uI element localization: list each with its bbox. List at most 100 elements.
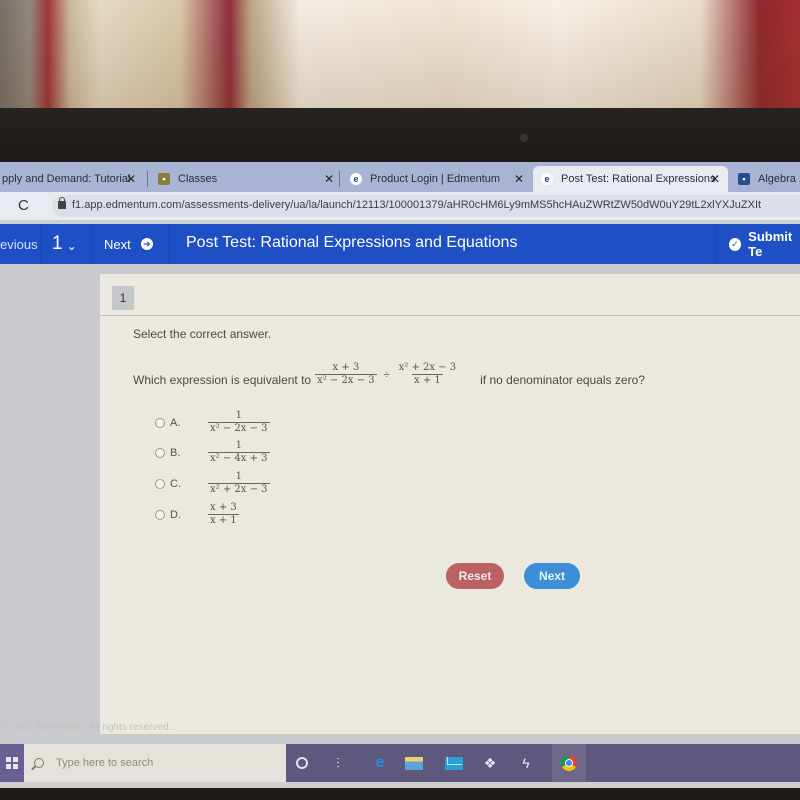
assessment-header: evious 1 ⌄ Next ➜ Post Test: Rational Ex…	[0, 224, 800, 264]
numerator: 1	[235, 471, 242, 482]
denominator: x² − 4x + 3	[208, 452, 270, 464]
expression-2: x² + 2x − 3 x + 1	[397, 362, 459, 387]
windows-taskbar: Type here to search ⫶ e ❖ ϟ	[0, 744, 800, 782]
edge-icon: e	[375, 754, 385, 771]
taskbar-search[interactable]: Type here to search	[24, 744, 286, 782]
edge-button[interactable]: e	[370, 753, 390, 773]
numerator: x + 3	[210, 502, 237, 513]
question-tail: if no denominator equals zero?	[480, 372, 645, 387]
radio-button[interactable]	[155, 447, 165, 458]
option-d[interactable]: D. x + 3 x + 1	[155, 502, 243, 527]
denominator: x + 1	[208, 514, 239, 526]
close-icon[interactable]: ✕	[324, 172, 334, 186]
browser-tab-strip: pply and Demand: Tutorial ✕ ▪ Classes ✕ …	[0, 162, 800, 192]
next-button[interactable]: Next	[524, 563, 580, 589]
cortana-button[interactable]	[292, 753, 312, 773]
denominator: x + 1	[412, 374, 443, 386]
numerator: x + 3	[332, 362, 360, 373]
option-letter: D.	[170, 508, 181, 521]
chrome-button[interactable]	[559, 753, 579, 773]
denominator: x² − 2x − 3	[208, 422, 270, 434]
tab-label: Algebra 2	[758, 173, 800, 185]
chrome-icon	[561, 755, 577, 771]
option-expression: x + 3 x + 1	[208, 502, 239, 527]
close-icon[interactable]: ✕	[126, 172, 136, 186]
option-letter: C.	[170, 477, 181, 490]
webcam	[520, 134, 528, 142]
tab-supply-and-demand[interactable]: pply and Demand: Tutorial ✕	[0, 166, 144, 192]
dropbox-button[interactable]: ❖	[480, 753, 500, 773]
tab-post-test[interactable]: e Post Test: Rational Expressions ✕	[533, 166, 728, 192]
tab-classes[interactable]: ▪ Classes ✕	[150, 166, 342, 192]
check-circle-icon: ✓	[729, 237, 742, 251]
radio-button[interactable]	[155, 509, 165, 520]
expression-1: x + 3 x² − 2x − 3	[315, 362, 377, 387]
windows-logo-icon	[6, 757, 18, 769]
chevron-down-icon: ⌄	[66, 239, 77, 253]
option-b[interactable]: B. 1 x² − 4x + 3	[155, 440, 274, 465]
close-icon[interactable]: ✕	[710, 172, 720, 186]
option-expression: 1 x² − 4x + 3	[208, 440, 270, 465]
numerator: x² + 2x − 3	[398, 362, 457, 373]
page-title: Post Test: Rational Expressions and Equa…	[186, 234, 518, 251]
bolt-icon: ϟ	[522, 755, 530, 771]
search-placeholder: Type here to search	[56, 757, 154, 769]
address-bar: C f1.app.edmentum.com/assessments-delive…	[0, 192, 800, 220]
radio-button[interactable]	[155, 417, 165, 428]
next-question-button[interactable]: Next ➜	[92, 224, 170, 264]
previous-button[interactable]: evious	[0, 224, 42, 264]
laptop-lower-bezel	[0, 788, 800, 800]
algebra-icon: ▪	[738, 173, 750, 185]
option-a[interactable]: A. 1 x² − 2x − 3	[155, 410, 274, 435]
mail-icon	[445, 756, 463, 770]
denominator: x² − 2x − 3	[315, 374, 377, 386]
reset-button[interactable]: Reset	[446, 563, 504, 589]
submit-label: Submit Te	[748, 229, 793, 259]
start-button[interactable]	[0, 744, 24, 782]
question-number: 1	[52, 233, 63, 254]
tab-product-login[interactable]: e Product Login | Edmentum ✕	[342, 166, 532, 192]
submit-test-button[interactable]: ✓ Submit Te	[716, 224, 800, 264]
background-shade	[0, 0, 800, 110]
folder-icon	[405, 756, 423, 770]
classes-icon: ▪	[158, 173, 170, 185]
close-icon[interactable]: ✕	[514, 172, 524, 186]
copyright-text: © 2021 Edmentum. All rights reserved.	[0, 722, 172, 733]
question-lead: Which expression is equivalent to	[133, 372, 312, 387]
reload-icon[interactable]: C	[18, 197, 29, 214]
question-prompt: Which expression is equivalent to x + 3 …	[133, 362, 645, 387]
option-c[interactable]: C. 1 x² + 2x − 3	[155, 471, 274, 496]
tab-label: pply and Demand: Tutorial	[2, 173, 131, 185]
arrow-right-circle-icon: ➜	[140, 238, 153, 250]
cortana-icon	[296, 757, 308, 769]
lock-icon	[58, 197, 66, 209]
task-view-button[interactable]: ⫶	[328, 753, 348, 773]
previous-label: evious	[0, 236, 38, 252]
tab-separator	[147, 171, 148, 187]
next-label: Next	[104, 236, 131, 252]
tab-separator	[339, 171, 340, 187]
tab-label: Post Test: Rational Expressions	[561, 173, 716, 185]
mail-button[interactable]	[444, 753, 464, 773]
file-explorer-button[interactable]	[404, 753, 424, 773]
edmentum-icon: e	[541, 173, 553, 185]
edmentum-icon: e	[350, 173, 362, 185]
option-letter: B.	[170, 446, 181, 459]
laptop-screen: pply and Demand: Tutorial ✕ ▪ Classes ✕ …	[0, 162, 800, 790]
app-button[interactable]: ϟ	[516, 753, 536, 773]
task-view-icon: ⫶	[336, 754, 340, 771]
option-expression: 1 x² − 2x − 3	[208, 410, 270, 435]
denominator: x² + 2x − 3	[208, 483, 270, 495]
tab-label: Classes	[178, 173, 218, 185]
tab-algebra[interactable]: ▪ Algebra 2	[730, 166, 800, 192]
option-letter: A.	[170, 416, 181, 429]
instruction-text: Select the correct answer.	[133, 327, 272, 341]
dropbox-icon: ❖	[483, 754, 497, 771]
url-text[interactable]: f1.app.edmentum.com/assessments-delivery…	[72, 199, 761, 211]
question-selector[interactable]: 1 ⌄	[42, 224, 92, 264]
option-expression: 1 x² + 2x − 3	[208, 471, 270, 496]
division-operator: ÷	[383, 368, 390, 381]
laptop-bezel	[0, 108, 800, 164]
divider	[100, 315, 800, 316]
radio-button[interactable]	[155, 478, 165, 489]
